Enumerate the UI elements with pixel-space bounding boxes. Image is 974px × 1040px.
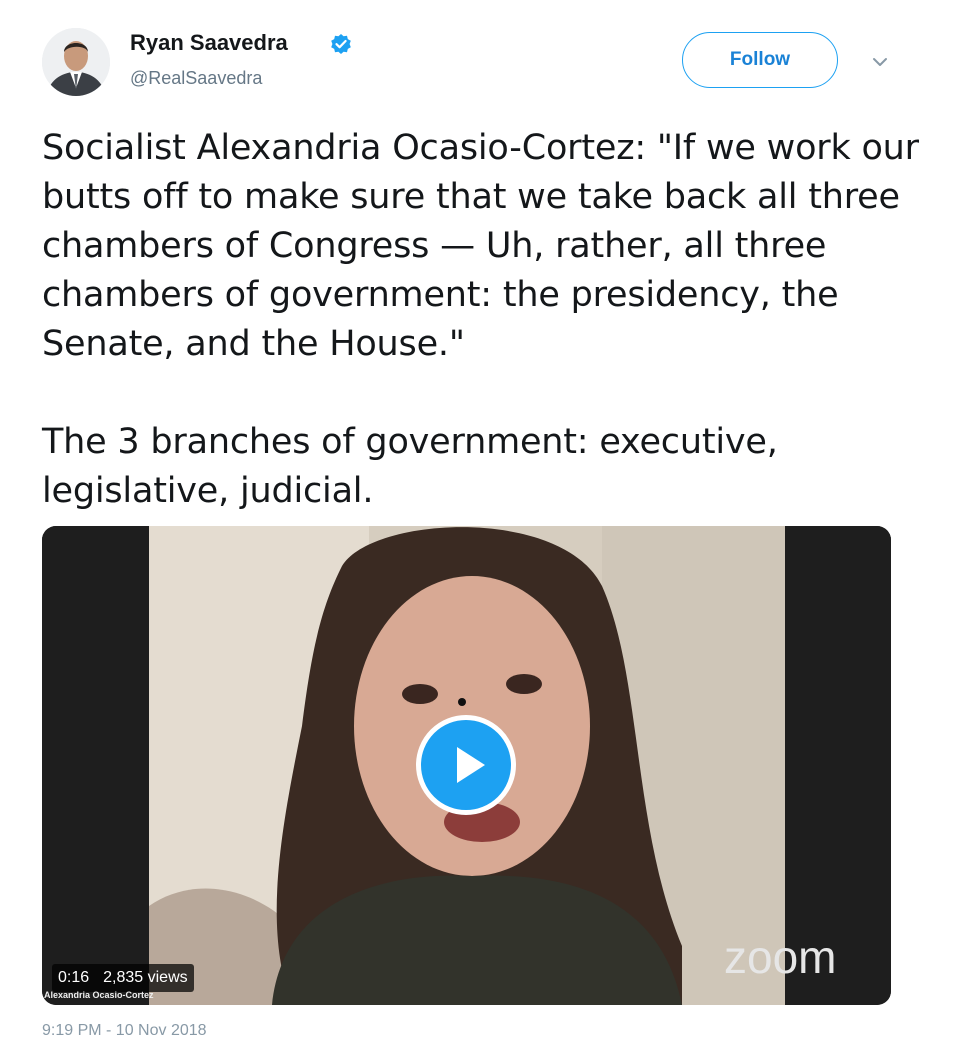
chevron-down-icon[interactable] — [868, 50, 892, 74]
video-caption: Alexandria Ocasio-Cortez — [44, 990, 154, 1000]
tweet-card: Ryan Saavedra @RealSaavedra Follow Socia… — [0, 0, 974, 1039]
verified-badge-icon — [330, 33, 352, 55]
author-handle[interactable]: @RealSaavedra — [130, 68, 262, 89]
author-name[interactable]: Ryan Saavedra — [130, 30, 288, 56]
video-duration: 0:16 — [58, 969, 90, 986]
video-views: 2,835 views — [103, 969, 188, 986]
tweet-timestamp[interactable]: 9:19 PM - 10 Nov 2018 — [42, 1022, 207, 1040]
play-button[interactable] — [416, 715, 516, 815]
tweet-text: Socialist Alexandria Ocasio-Cortez: "If … — [42, 124, 922, 516]
tweet-paragraph-1: Socialist Alexandria Ocasio-Cortez: "If … — [42, 128, 919, 364]
zoom-watermark: zoom — [724, 931, 837, 983]
tweet-paragraph-2: The 3 branches of government: executive,… — [42, 422, 778, 511]
author-avatar[interactable] — [42, 28, 110, 96]
follow-button[interactable]: Follow — [682, 32, 838, 88]
video-stats: 0:16 2,835 views — [52, 964, 194, 992]
cursor-dot — [458, 698, 466, 706]
